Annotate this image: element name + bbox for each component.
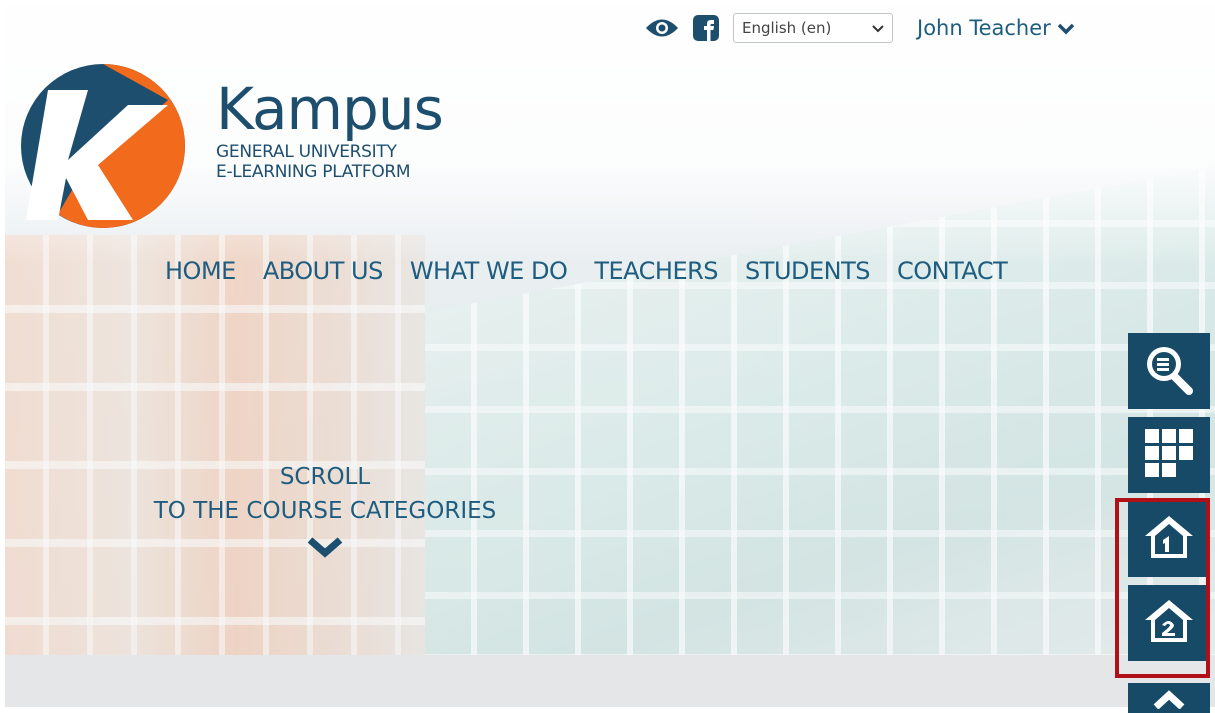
chevron-down-icon bbox=[872, 19, 884, 37]
logo-wordmark: Kampus GENERAL UNIVERSITY E-LEARNING PLA… bbox=[216, 75, 444, 182]
logo-subtitle-1: GENERAL UNIVERSITY bbox=[216, 142, 397, 162]
nav-home[interactable]: HOME bbox=[165, 257, 236, 285]
user-name: John Teacher bbox=[917, 16, 1051, 40]
chevron-up-icon bbox=[1152, 689, 1186, 713]
home-1-button[interactable] bbox=[1128, 501, 1210, 577]
top-bar: English (en) John Teacher bbox=[645, 12, 1075, 44]
home-1-icon bbox=[1143, 514, 1195, 564]
scroll-top-button[interactable] bbox=[1128, 683, 1210, 713]
nav-contact[interactable]: CONTACT bbox=[897, 257, 1008, 285]
chevron-down-icon bbox=[1057, 16, 1075, 40]
scroll-to-categories[interactable]: SCROLL TO THE COURSE CATEGORIES bbox=[130, 460, 520, 568]
scroll-line-1: SCROLL bbox=[279, 464, 371, 490]
search-courses-icon bbox=[1143, 343, 1195, 399]
logo-title: Kampus bbox=[216, 75, 444, 143]
kampus-logo-icon bbox=[18, 60, 193, 236]
grid-apps-icon bbox=[1145, 429, 1193, 481]
home-2-icon bbox=[1143, 598, 1195, 648]
language-select[interactable]: English (en) bbox=[733, 13, 893, 43]
language-value: English (en) bbox=[742, 19, 832, 37]
facebook-icon[interactable] bbox=[693, 15, 719, 41]
content-band bbox=[5, 655, 1215, 707]
side-dock bbox=[1128, 333, 1210, 669]
eye-icon[interactable] bbox=[645, 17, 679, 39]
nav-teachers[interactable]: TEACHERS bbox=[594, 257, 718, 285]
site-logo[interactable]: Kampus GENERAL UNIVERSITY E-LEARNING PLA… bbox=[18, 60, 488, 230]
chevron-down-icon bbox=[130, 534, 520, 568]
apps-grid-button[interactable] bbox=[1128, 417, 1210, 493]
logo-subtitle-2: E-LEARNING PLATFORM bbox=[216, 162, 411, 182]
user-menu[interactable]: John Teacher bbox=[917, 16, 1075, 40]
main-nav: HOME ABOUT US WHAT WE DO TEACHERS STUDEN… bbox=[165, 257, 1008, 285]
nav-what-we-do[interactable]: WHAT WE DO bbox=[410, 257, 568, 285]
home-2-button[interactable] bbox=[1128, 585, 1210, 661]
nav-students[interactable]: STUDENTS bbox=[745, 257, 870, 285]
nav-about-us[interactable]: ABOUT US bbox=[263, 257, 384, 285]
building-left bbox=[5, 235, 425, 655]
search-courses-button[interactable] bbox=[1128, 333, 1210, 409]
scroll-line-2: TO THE COURSE CATEGORIES bbox=[153, 498, 497, 524]
